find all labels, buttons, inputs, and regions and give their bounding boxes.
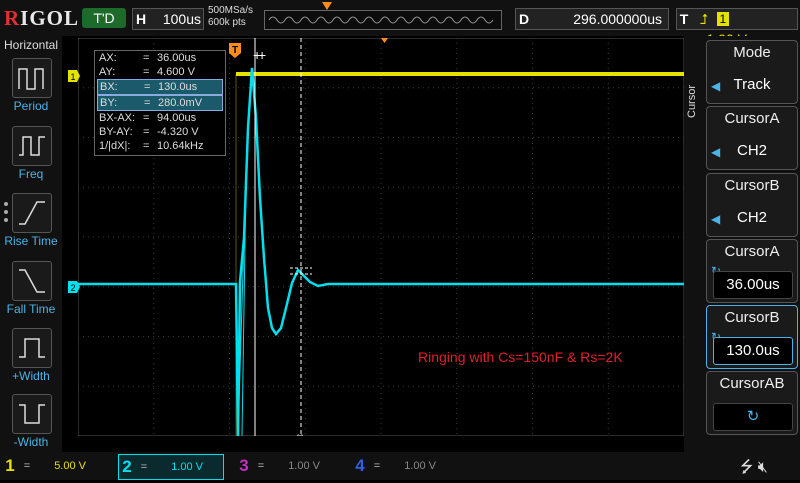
channel-4-status[interactable]: 4 = 1.00 V bbox=[352, 454, 456, 478]
fall-time-button[interactable] bbox=[12, 261, 52, 301]
readout-row-by-ay: BY-AY: = -4.320 V bbox=[99, 126, 199, 138]
neg-width-icon bbox=[19, 404, 45, 424]
rise-time-label: Rise Time bbox=[4, 234, 58, 248]
cursor-a-source-button[interactable]: CursorA ◀ CH2 bbox=[706, 106, 798, 170]
readout-row-bx: BX: = 130.0us bbox=[97, 79, 223, 95]
readout-row-inv-dx: 1/|dX|: = 10.64kHz bbox=[99, 140, 204, 152]
cursor-ab-button[interactable]: CursorAB ↻ bbox=[706, 371, 798, 435]
cursor-a-position-title: CursorA bbox=[724, 243, 780, 260]
trigger-delay[interactable]: D 296.000000us bbox=[515, 8, 669, 30]
ch1-offset-marker[interactable]: 1 bbox=[68, 70, 80, 82]
channel-2-status[interactable]: 2 = 1.00 V bbox=[118, 454, 224, 480]
readout-row-ay: AY: = 4.600 V bbox=[99, 66, 195, 78]
speaker-mute-icon[interactable]: 🔇︎ bbox=[758, 459, 768, 476]
trigger-status-badge[interactable]: T'D bbox=[82, 8, 126, 28]
cursor-b-source-button[interactable]: CursorB ◀ CH2 bbox=[706, 173, 798, 237]
delay-value: 296.000000us bbox=[573, 11, 662, 27]
freq-label: Freq bbox=[18, 167, 44, 181]
cursor-a-source-value: CH2 bbox=[736, 142, 767, 159]
cursor-a-position-value: 36.00us bbox=[713, 271, 793, 299]
svg-text:2: 2 bbox=[70, 283, 75, 293]
left-panel-title: Horizontal bbox=[3, 38, 59, 52]
timebase-key: H bbox=[135, 11, 147, 27]
timebase-value: 100us bbox=[162, 11, 201, 27]
period-icon bbox=[18, 68, 44, 90]
mode-title: Mode bbox=[733, 44, 771, 61]
cursor-b-source-title: CursorB bbox=[724, 177, 780, 194]
freq-button[interactable] bbox=[12, 126, 52, 166]
svg-text:+: + bbox=[258, 47, 266, 63]
memory-depth: 600k pts bbox=[208, 17, 246, 28]
cursor-readout-table: AX: = 36.00us AY: = 4.600 V BX: = 130.0us BY: =… bbox=[94, 50, 226, 156]
trigger-settings[interactable]: T ⮥ 1 1.90 V bbox=[676, 8, 798, 47]
acquisition-info: 500MSa/s 600k pts bbox=[208, 5, 253, 29]
ch2-offset-marker[interactable]: 2 bbox=[68, 281, 80, 293]
rising-edge-icon: ⮥ bbox=[699, 11, 709, 27]
right-panel-title: Cursor bbox=[686, 84, 698, 118]
readout-row-by: BY: = 280.0mV bbox=[97, 95, 223, 111]
trigger-position-marker-icon bbox=[322, 2, 332, 10]
ch1-trace bbox=[236, 72, 684, 76]
cursor-ab-title: CursorAB bbox=[719, 375, 785, 392]
neg-width-label: -Width bbox=[13, 435, 49, 449]
pos-width-icon bbox=[19, 338, 45, 358]
fall-time-icon bbox=[19, 269, 45, 293]
page-dots-icon bbox=[4, 202, 8, 222]
readout-row-ax: AX: = 36.00us bbox=[99, 52, 197, 64]
readout-row-bx-ax: BX-AX: = 94.00us bbox=[99, 112, 197, 124]
svg-text:↔: ↔ bbox=[295, 429, 305, 436]
pos-width-label: +Width bbox=[12, 369, 50, 383]
trigger-position-t-marker: T bbox=[229, 43, 241, 58]
cursor-b-position-value: 130.0us bbox=[713, 337, 793, 365]
horizontal-timebase[interactable]: H 100us bbox=[132, 8, 204, 30]
trigger-source-channel: 1 bbox=[716, 12, 729, 26]
cursor-a-source-title: CursorA bbox=[724, 110, 780, 127]
overview-wave-icon bbox=[268, 16, 494, 24]
channel-3-status[interactable]: 3 = 1.00 V bbox=[236, 454, 340, 478]
rigol-logo: RIGOL bbox=[4, 6, 80, 30]
delay-key: D bbox=[518, 11, 530, 27]
cursor-a-position-button[interactable]: CursorA ↻ 36.00us bbox=[706, 239, 798, 303]
mode-value: Track bbox=[733, 76, 771, 93]
neg-width-button[interactable] bbox=[12, 394, 52, 434]
svg-text:T: T bbox=[232, 45, 238, 56]
fall-time-label: Fall Time bbox=[6, 302, 56, 316]
cursor-b-source-value: CH2 bbox=[736, 209, 767, 226]
rise-time-button[interactable] bbox=[12, 193, 52, 233]
sample-rate: 500MSa/s bbox=[208, 5, 254, 16]
usb-icon: ⭍ bbox=[740, 459, 754, 476]
memory-overview-bar[interactable] bbox=[264, 10, 502, 30]
freq-icon bbox=[19, 136, 45, 156]
system-status-icons: ⭍ 🔇︎ bbox=[740, 456, 768, 483]
cursor-ab-knob-icon: ↻ bbox=[713, 403, 793, 431]
svg-text:1: 1 bbox=[70, 72, 75, 82]
period-button[interactable] bbox=[12, 58, 52, 98]
cursor-b-position-title: CursorB bbox=[724, 309, 780, 326]
annotation-label: Ringing with Cs=150nF & Rs=2K bbox=[418, 349, 623, 365]
mode-button[interactable]: Mode ◀ Track bbox=[706, 40, 798, 104]
channel-1-status[interactable]: 1 = 5.00 V bbox=[2, 454, 108, 478]
trigger-key: T bbox=[679, 11, 689, 27]
period-label: Period bbox=[13, 99, 49, 113]
pos-width-button[interactable] bbox=[12, 328, 52, 368]
rise-time-icon bbox=[19, 201, 45, 225]
cursor-b-position-button[interactable]: CursorB ↻ 130.0us bbox=[706, 305, 798, 369]
